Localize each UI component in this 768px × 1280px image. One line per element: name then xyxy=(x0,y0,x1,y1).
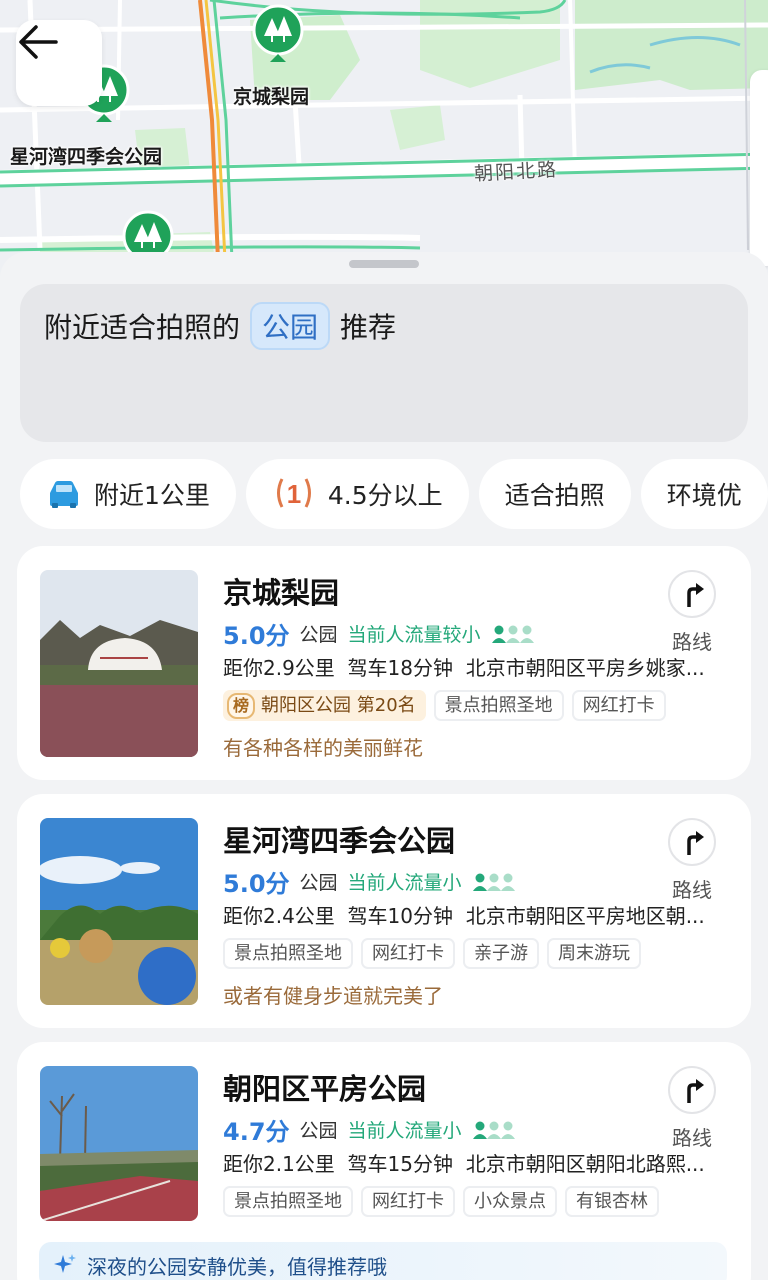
drive-time: 驾车18分钟 xyxy=(347,656,453,680)
place-distance-row: 距你2.9公里 驾车18分钟 北京市朝阳区平房乡姚家... xyxy=(223,652,733,681)
filter-bar: 附近1公里 1 4.5分以上 适合拍照 环境优 xyxy=(20,459,768,529)
query-prefix: 附近适合拍照的 xyxy=(44,311,241,344)
address: 北京市朝阳区朝阳北路熙... xyxy=(465,1152,705,1176)
route-turn-icon xyxy=(687,583,704,607)
tag-row: 景点拍照圣地 网红打卡 小众景点 有银杏林 xyxy=(223,1186,659,1217)
place-category: 公园 xyxy=(299,1120,338,1142)
car-icon xyxy=(50,481,78,508)
tag: 周末游玩 xyxy=(547,938,641,969)
address: 北京市朝阳区平房地区朝... xyxy=(465,904,705,928)
map-view[interactable]: 京城梨园 星河湾四季会公园 朝阳北路 xyxy=(0,0,768,290)
route-button[interactable]: 路线 xyxy=(667,570,717,655)
map-label-jingcheng[interactable]: 京城梨园 xyxy=(233,82,309,109)
rank-tag[interactable]: 榜 朝阳区公园 第20名 xyxy=(223,690,426,721)
query-suffix: 推荐 xyxy=(340,311,397,344)
results-sheet: 附近适合拍照的 公园 推荐 附近1公里 1 4.5分以上 适合拍照 环境优 京城… xyxy=(0,252,768,1280)
place-distance-row: 距你2.1公里 驾车15分钟 北京市朝阳区朝阳北路熙... xyxy=(223,1148,733,1177)
route-button[interactable]: 路线 xyxy=(667,818,717,903)
rank-text: 朝阳区公园 第20名 xyxy=(261,695,416,716)
rank-1-icon: 1 xyxy=(276,478,311,509)
tag: 网红打卡 xyxy=(361,938,455,969)
svg-text:1: 1 xyxy=(287,479,301,509)
crowd-people-icon xyxy=(472,872,516,892)
filter-photo[interactable]: 适合拍照 xyxy=(478,459,631,529)
tag: 景点拍照圣地 xyxy=(433,690,564,721)
tag-row: 景点拍照圣地 网红打卡 亲子游 周末游玩 xyxy=(223,938,641,969)
route-label: 路线 xyxy=(672,878,712,902)
sparkle-icon xyxy=(54,1254,76,1273)
query-chip-park[interactable]: 公园 xyxy=(250,302,331,350)
place-category: 公园 xyxy=(299,872,338,894)
crowd-status: 当前人流量小 xyxy=(347,872,462,894)
filter-label: 环境优 xyxy=(666,481,742,510)
review-quote: 或者有健身步道就完美了 xyxy=(223,984,443,1008)
distance: 距你2.4公里 xyxy=(223,904,335,928)
place-name[interactable]: 朝阳区平房公园 xyxy=(223,1066,426,1108)
address: 北京市朝阳区平房乡姚家... xyxy=(465,656,705,680)
ai-tip-banner[interactable]: 深夜的公园安静优美，值得推荐哦 xyxy=(39,1242,727,1280)
tag: 亲子游 xyxy=(463,938,539,969)
map-layer-control[interactable] xyxy=(750,70,768,266)
place-name[interactable]: 星河湾四季会公园 xyxy=(223,818,455,860)
tag: 网红打卡 xyxy=(361,1186,455,1217)
filter-label: 适合拍照 xyxy=(504,481,605,510)
arrow-left-icon xyxy=(19,25,58,59)
tag: 景点拍照圣地 xyxy=(223,1186,353,1217)
tag: 小众景点 xyxy=(463,1186,557,1217)
filter-label: 附近1公里 xyxy=(94,481,210,510)
tag: 有银杏林 xyxy=(565,1186,659,1217)
crowd-status: 当前人流量较小 xyxy=(347,624,481,646)
route-turn-icon xyxy=(687,1079,704,1103)
place-category: 公园 xyxy=(299,624,338,646)
crowd-people-icon xyxy=(491,624,535,644)
route-turn-icon xyxy=(687,831,704,855)
route-label: 路线 xyxy=(672,630,712,654)
crowd-people-icon xyxy=(472,1120,516,1140)
route-label: 路线 xyxy=(672,1126,712,1150)
drive-time: 驾车10分钟 xyxy=(347,904,453,928)
ai-tip-text: 深夜的公园安静优美，值得推荐哦 xyxy=(87,1254,387,1279)
filter-rating[interactable]: 1 4.5分以上 xyxy=(245,459,469,529)
review-quote: 有各种各样的美丽鲜花 xyxy=(223,736,423,760)
filter-nearby[interactable]: 附近1公里 xyxy=(20,459,236,529)
place-photo[interactable] xyxy=(40,570,198,757)
drag-handle[interactable] xyxy=(349,260,419,268)
route-button[interactable]: 路线 xyxy=(667,1066,717,1151)
result-card[interactable]: 朝阳区平房公园 4.7分 公园 当前人流量小 距你2.1公里 驾车15分钟 北京… xyxy=(17,1042,751,1280)
tag: 网红打卡 xyxy=(571,690,666,721)
rank-badge-icon: 榜 xyxy=(227,692,256,719)
filter-label: 4.5分以上 xyxy=(327,481,443,510)
place-score: 4.7分 xyxy=(223,1118,290,1146)
back-button[interactable] xyxy=(16,20,102,106)
crowd-status: 当前人流量小 xyxy=(347,1120,462,1142)
park-pin-icon[interactable] xyxy=(250,4,306,68)
distance: 距你2.9公里 xyxy=(223,656,335,680)
filter-environment[interactable]: 环境优 xyxy=(640,459,768,529)
tag: 景点拍照圣地 xyxy=(223,938,353,969)
place-distance-row: 距你2.4公里 驾车10分钟 北京市朝阳区平房地区朝... xyxy=(223,900,733,929)
place-name[interactable]: 京城梨园 xyxy=(223,570,339,612)
place-photo[interactable] xyxy=(40,818,198,1005)
map-road-label: 朝阳北路 xyxy=(473,158,559,186)
place-score: 5.0分 xyxy=(223,870,290,898)
query-box[interactable]: 附近适合拍照的 公园 推荐 xyxy=(20,284,748,442)
place-score: 5.0分 xyxy=(223,622,290,650)
place-photo[interactable] xyxy=(40,1066,198,1221)
result-card[interactable]: 星河湾四季会公园 5.0分 公园 当前人流量小 距你2.4公里 驾车10分钟 北… xyxy=(17,794,751,1028)
distance: 距你2.1公里 xyxy=(223,1152,335,1176)
tag-row: 榜 朝阳区公园 第20名 景点拍照圣地 网红打卡 xyxy=(223,690,666,721)
map-label-xinghewan[interactable]: 星河湾四季会公园 xyxy=(10,142,162,169)
result-card[interactable]: 京城梨园 5.0分 公园 当前人流量较小 距你2.9公里 驾车18分钟 北京市朝… xyxy=(17,546,751,780)
drive-time: 驾车15分钟 xyxy=(347,1152,453,1176)
